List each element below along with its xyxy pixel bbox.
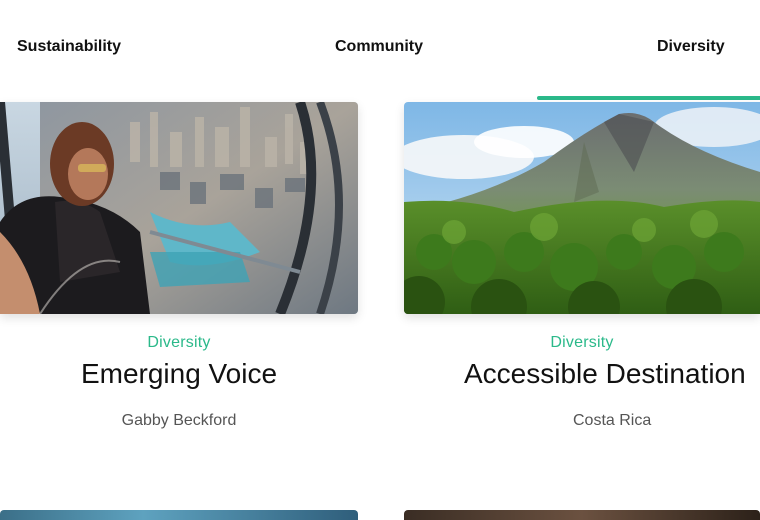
volcano-landscape-photo: [404, 102, 760, 314]
active-tab-indicator: [537, 96, 760, 100]
next-story-card-preview[interactable]: [0, 510, 358, 520]
tab-sustainability[interactable]: Sustainability: [17, 38, 121, 56]
card-category: Diversity: [147, 334, 211, 351]
page: Sustainability Community Diversity Diver…: [0, 0, 760, 520]
story-card-accessible-destination[interactable]: Diversity Accessible Destination Costa R…: [404, 102, 760, 430]
card-subtitle: Costa Rica: [573, 412, 652, 429]
card-title[interactable]: Accessible Destination: [404, 358, 760, 390]
tab-diversity[interactable]: Diversity: [657, 38, 725, 56]
woman-skyscraper-photo: [0, 102, 358, 314]
next-story-card-preview[interactable]: [404, 510, 760, 520]
card-category: Diversity: [550, 334, 614, 351]
story-card-emerging-voice[interactable]: Diversity Emerging Voice Gabby Beckford: [0, 102, 358, 430]
card-subtitle: Gabby Beckford: [121, 412, 237, 429]
card-title[interactable]: Emerging Voice: [0, 358, 358, 390]
card-image-emerging-voice[interactable]: [0, 102, 358, 314]
tab-community[interactable]: Community: [335, 38, 423, 56]
category-tabs: Sustainability Community Diversity: [0, 0, 760, 100]
card-image-accessible-destination[interactable]: [404, 102, 760, 314]
